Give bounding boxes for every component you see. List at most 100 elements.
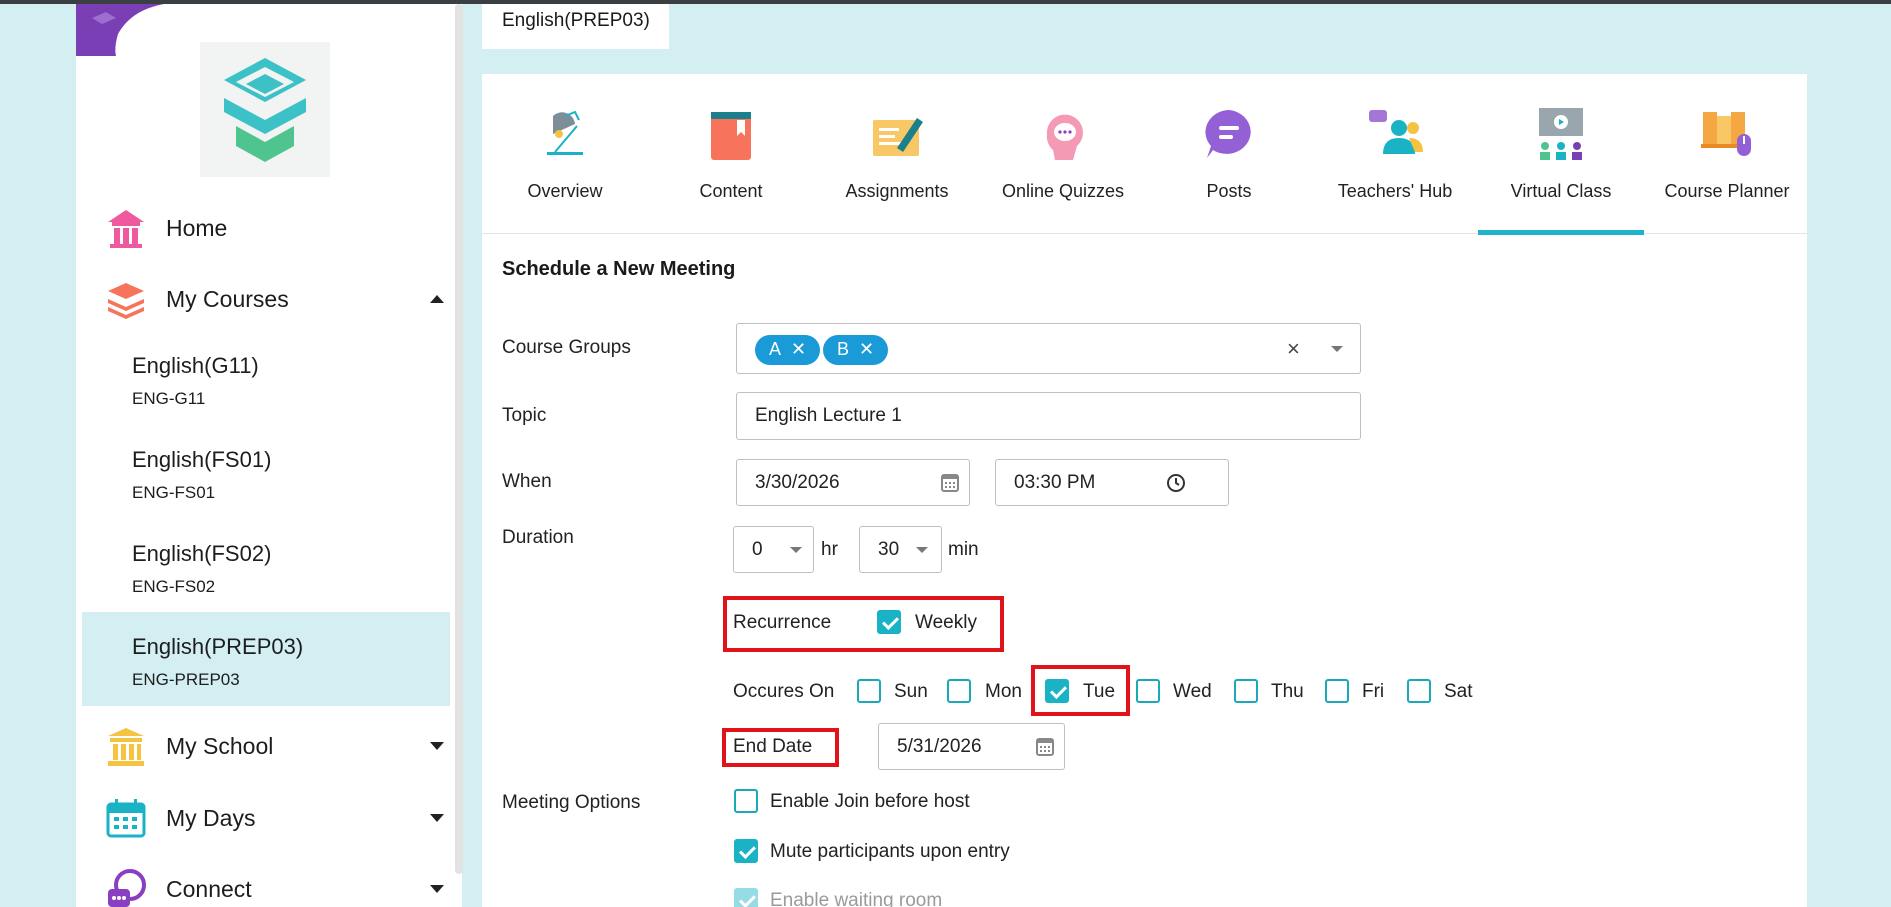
tab-overview[interactable]: Overview [482, 74, 648, 234]
chip-remove-icon[interactable]: ✕ [791, 339, 806, 359]
tab-assignments[interactable]: Assignments [814, 74, 980, 234]
tab-teachers-hub-label: Teachers' Hub [1337, 181, 1453, 201]
nav-my-days[interactable]: My Days [76, 788, 456, 848]
course-item-prep03[interactable]: English(PREP03) ENG-PREP03 [82, 612, 450, 706]
meeting-options-label: Meeting Options [502, 792, 641, 813]
day-checkbox-mon[interactable] [947, 679, 971, 703]
nav-connect-label: Connect [166, 875, 252, 902]
tab-posts-label: Posts [1206, 181, 1252, 201]
when-label: When [502, 471, 552, 492]
occurs-on-label: Occures On [733, 681, 835, 702]
course-planner-icon [1697, 104, 1757, 164]
end-date-value: 5/31/2026 [897, 736, 982, 757]
dropdown-caret-icon[interactable] [916, 547, 928, 553]
day-checkbox-wed[interactable] [1136, 679, 1160, 703]
day-checkbox-sun[interactable] [857, 679, 881, 703]
course-tabs: Overview Content Assignments Online Quiz… [482, 74, 1810, 235]
hours-select[interactable]: 0 [733, 526, 814, 573]
day-checkbox-sat[interactable] [1407, 679, 1431, 703]
day-label-mon: Mon [985, 681, 1022, 702]
course-item-fs01[interactable]: English(FS01) ENG-FS01 [82, 425, 450, 519]
topic-label: Topic [502, 405, 547, 426]
hours-value: 0 [752, 539, 763, 560]
date-input[interactable]: 3/30/2026 [736, 459, 970, 506]
tab-content[interactable]: Content [648, 74, 814, 234]
dropdown-caret-icon[interactable] [1331, 346, 1343, 352]
corner-badge-icon [76, 4, 166, 56]
option-checkbox-mute-participants[interactable] [734, 839, 758, 863]
form-title: Schedule a New Meeting [502, 258, 736, 280]
minutes-unit: min [948, 539, 979, 560]
expand-caret-icon[interactable] [430, 885, 444, 893]
date-value: 3/30/2026 [755, 472, 840, 493]
assignment-icon [867, 104, 927, 164]
quiz-icon [1033, 104, 1093, 164]
clock-icon[interactable] [1166, 473, 1186, 499]
group-chip-b[interactable]: B ✕ [823, 335, 889, 365]
course-name: English(G11) [132, 353, 259, 378]
option-label-join-before-host: Enable Join before host [770, 791, 970, 812]
day-label-wed: Wed [1173, 681, 1212, 702]
day-label-tue: Tue [1083, 681, 1116, 702]
day-label-fri: Fri [1362, 681, 1385, 702]
option-checkbox-waiting-room[interactable] [734, 888, 758, 907]
topic-input[interactable]: English Lecture 1 [736, 392, 1361, 440]
group-chip-a[interactable]: A ✕ [755, 335, 821, 365]
nav-home-label: Home [166, 214, 228, 241]
option-checkbox-join-before-host[interactable] [734, 789, 758, 813]
dropdown-caret-icon[interactable] [790, 547, 802, 553]
day-label-thu: Thu [1271, 681, 1304, 702]
end-date-input[interactable]: 5/31/2026 [878, 723, 1065, 770]
connect-icon [104, 867, 148, 907]
sidebar-scrollbar[interactable] [455, 4, 463, 874]
course-groups-multiselect[interactable]: A ✕ B ✕ × [736, 323, 1361, 374]
course-name: English(PREP03) [132, 634, 304, 659]
tab-content-label: Content [699, 181, 763, 201]
expand-caret-icon[interactable] [430, 814, 444, 822]
option-label-mute-participants: Mute participants upon entry [770, 841, 1010, 862]
home-icon [104, 206, 148, 250]
tab-assignments-label: Assignments [845, 181, 949, 201]
recurrence-label: Recurrence [733, 612, 832, 633]
school-logo [200, 42, 330, 177]
nav-connect[interactable]: Connect [76, 859, 456, 907]
day-checkbox-tue[interactable] [1045, 679, 1069, 703]
time-input[interactable]: 03:30 PM [995, 459, 1229, 506]
courses-icon [104, 277, 148, 321]
course-code: ENG-PREP03 [132, 670, 240, 689]
collapse-caret-icon[interactable] [430, 295, 444, 303]
nav-my-school[interactable]: My School [76, 716, 456, 776]
tab-teachers-hub[interactable]: Teachers' Hub [1312, 74, 1478, 234]
school-icon [104, 724, 148, 768]
expand-caret-icon[interactable] [430, 742, 444, 750]
tab-virtual-class-label: Virtual Class [1510, 181, 1612, 201]
duration-label: Duration [502, 527, 574, 548]
tab-course-planner-label: Course Planner [1664, 181, 1790, 201]
nav-home[interactable]: Home [76, 198, 456, 258]
course-name: English(FS02) [132, 541, 272, 566]
course-groups-label: Course Groups [502, 337, 631, 358]
teachers-hub-icon [1365, 104, 1425, 164]
tab-posts[interactable]: Posts [1146, 74, 1312, 234]
course-item-g11[interactable]: English(G11) ENG-G11 [82, 331, 450, 425]
calendar-picker-icon[interactable] [1036, 736, 1054, 762]
group-chip-label: B [837, 339, 850, 359]
minutes-select[interactable]: 30 [859, 526, 942, 573]
course-code: ENG-FS02 [132, 577, 216, 596]
tab-virtual-class[interactable]: Virtual Class [1478, 74, 1644, 235]
option-label-waiting-room: Enable waiting room [770, 890, 943, 907]
end-date-label: End Date [733, 736, 813, 757]
tab-online-quizzes[interactable]: Online Quizzes [980, 74, 1146, 234]
day-checkbox-fri[interactable] [1325, 679, 1349, 703]
time-value: 03:30 PM [1014, 472, 1096, 493]
tab-overview-label: Overview [527, 181, 603, 201]
day-checkbox-thu[interactable] [1234, 679, 1258, 703]
weekly-checkbox[interactable] [877, 610, 901, 634]
chip-remove-icon[interactable]: ✕ [859, 339, 874, 359]
tab-course-planner[interactable]: Course Planner [1644, 74, 1810, 234]
nav-my-courses[interactable]: My Courses [76, 269, 456, 329]
clear-icon[interactable]: × [1287, 336, 1300, 362]
course-item-fs02[interactable]: English(FS02) ENG-FS02 [82, 519, 450, 613]
weekly-label: Weekly [915, 612, 977, 633]
calendar-picker-icon[interactable] [941, 472, 959, 498]
